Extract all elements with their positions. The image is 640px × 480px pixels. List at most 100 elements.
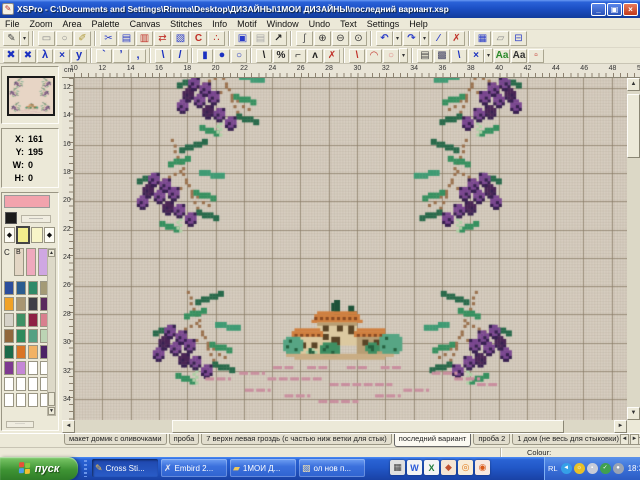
arc-tool-icon[interactable]: ◠: [366, 49, 382, 63]
copy-design-tool-icon[interactable]: ▦: [474, 31, 491, 46]
rotate-tool-icon[interactable]: C: [190, 31, 207, 46]
menu-item-text[interactable]: Text: [335, 19, 362, 29]
french-knot-tool-icon[interactable]: ○: [231, 49, 247, 63]
palette-swatch[interactable]: [4, 377, 14, 391]
active-color-primary[interactable]: [16, 226, 30, 244]
close-button[interactable]: ×: [623, 3, 638, 16]
stitch-style-right-icon[interactable]: ◆: [44, 227, 55, 243]
current-color-swatch[interactable]: [4, 195, 50, 208]
three-quarter-stitch-tool-icon[interactable]: ✖: [20, 49, 36, 63]
palette-swatch[interactable]: [16, 377, 26, 391]
half-forward-stitch-tool-icon[interactable]: /: [172, 49, 188, 63]
black-color-swatch[interactable]: [5, 212, 17, 224]
vertical-scrollbar[interactable]: ▲ ▼: [627, 78, 640, 420]
motif-dropdown[interactable]: ▾: [484, 48, 493, 63]
scroll-left-icon[interactable]: ◄: [62, 420, 75, 433]
palette-swatch[interactable]: [28, 393, 38, 407]
menu-item-undo[interactable]: Undo: [304, 19, 336, 29]
maximize-button[interactable]: ▣: [607, 3, 622, 16]
volume-icon[interactable]: ●: [613, 463, 624, 474]
motif-browse-tool-icon[interactable]: ▤: [417, 49, 433, 63]
sheet-tab[interactable]: проба: [169, 434, 200, 445]
palette-swatch[interactable]: [28, 329, 38, 343]
zoom-actual-tool-icon[interactable]: ⊙: [350, 31, 367, 46]
pen-line-tool-icon[interactable]: ∕: [430, 31, 447, 46]
palette-swatch[interactable]: [16, 345, 26, 359]
palette-swatch[interactable]: [16, 281, 26, 295]
design-canvas[interactable]: [74, 78, 627, 420]
browser-icon[interactable]: ◉: [475, 460, 490, 475]
taskbar-clock[interactable]: 18:38: [628, 464, 640, 473]
half-back-stitch-tool-icon[interactable]: \: [155, 49, 171, 63]
text-color-tool-icon[interactable]: Aa: [494, 49, 510, 63]
scatter-tool-icon[interactable]: ∴: [208, 31, 225, 46]
palette-swatch[interactable]: [4, 361, 14, 375]
sheet-tab[interactable]: 1 дом (не весь для стыковки): [512, 434, 624, 445]
sheet-tab[interactable]: проба 2: [473, 434, 510, 445]
palette-swatch[interactable]: [4, 313, 14, 327]
backstitch-half-tool-icon[interactable]: %: [273, 49, 289, 63]
rect-select-tool-icon[interactable]: ▭: [38, 31, 55, 46]
stitch-style-left-icon[interactable]: ◆: [4, 227, 15, 243]
palette-swatch[interactable]: [4, 345, 14, 359]
media-icon[interactable]: ◎: [458, 460, 473, 475]
backstitch-corner-tool-icon[interactable]: ⌐: [290, 49, 306, 63]
load-design-tool-icon[interactable]: ⊟: [510, 31, 527, 46]
network-icon[interactable]: ▪: [587, 463, 598, 474]
palette-swatch[interactable]: [16, 297, 26, 311]
palette-swatch[interactable]: [28, 281, 38, 295]
export-image-tool-icon[interactable]: ▣: [234, 31, 251, 46]
palette-swatch[interactable]: [28, 345, 38, 359]
stitch-style-box[interactable]: -------: [21, 215, 51, 223]
motif-pattern-tool-icon[interactable]: ▩: [434, 49, 450, 63]
sheet-tab[interactable]: 7 верхн левая гроздь (с частью ниж ветки…: [201, 434, 392, 445]
palette-swatch[interactable]: [16, 361, 26, 375]
tab-scroll-left-icon[interactable]: ◄: [620, 434, 629, 445]
palette-scroll-up-icon[interactable]: ▲: [48, 249, 55, 257]
menu-item-file[interactable]: File: [0, 19, 25, 29]
text-tool-icon[interactable]: Aa: [511, 49, 527, 63]
quarter-mark-1-tool-icon[interactable]: `: [96, 49, 112, 63]
zoom-out-tool-icon[interactable]: ⊖: [332, 31, 349, 46]
backstitch-delete-tool-icon[interactable]: ✗: [324, 49, 340, 63]
menu-item-palette[interactable]: Palette: [87, 19, 125, 29]
quarter-mark-3-tool-icon[interactable]: ,: [130, 49, 146, 63]
shape-dropdown[interactable]: ▾: [399, 48, 408, 63]
excel-icon[interactable]: X: [424, 460, 439, 475]
task-embird[interactable]: ✗Embird 2...: [161, 459, 227, 477]
scroll-right-icon[interactable]: ►: [614, 420, 627, 433]
pencil-tool-icon[interactable]: ✎: [3, 31, 20, 46]
thread-tool-icon[interactable]: ʃ: [296, 31, 313, 46]
calculator-icon[interactable]: ▦: [390, 460, 405, 475]
scroll-down-icon[interactable]: ▼: [627, 407, 640, 420]
palette-header-swatch[interactable]: [26, 248, 36, 276]
color-wheel-icon[interactable]: ☼: [574, 463, 585, 474]
delete-tool-icon[interactable]: ✗: [448, 31, 465, 46]
palette-swatch[interactable]: [28, 361, 38, 375]
redo-dropdown[interactable]: ▾: [420, 31, 429, 46]
palette-swatch[interactable]: [28, 313, 38, 327]
minimize-button[interactable]: _: [591, 3, 606, 16]
start-button[interactable]: пуск: [0, 457, 78, 480]
palette-header-swatch[interactable]: B: [14, 248, 24, 276]
mirror-tool-icon[interactable]: ▧: [172, 31, 189, 46]
scroll-up-icon[interactable]: ▲: [627, 78, 640, 91]
task-folder[interactable]: ▰1МОИ Д...: [230, 459, 296, 477]
half-stitch-tool-icon[interactable]: λ: [37, 49, 53, 63]
backstitch-tool-icon[interactable]: \: [256, 49, 272, 63]
select-region-tool-icon[interactable]: ▫: [528, 49, 544, 63]
palette-swatch[interactable]: [4, 329, 14, 343]
menu-item-motif[interactable]: Motif: [232, 19, 262, 29]
palette-scrollbar[interactable]: ▲ ▼: [47, 248, 56, 416]
line-tool-icon[interactable]: \: [349, 49, 365, 63]
palette-swatch[interactable]: [16, 329, 26, 343]
palette-swatch[interactable]: [28, 297, 38, 311]
edit-pencil-tool-icon[interactable]: ✐: [74, 31, 91, 46]
word-icon[interactable]: W: [407, 460, 422, 475]
horizontal-scroll-thumb[interactable]: [172, 420, 564, 433]
petite-stitch-tool-icon[interactable]: y: [71, 49, 87, 63]
menu-item-stitches[interactable]: Stitches: [165, 19, 207, 29]
menu-item-help[interactable]: Help: [404, 19, 433, 29]
backstitch-free-tool-icon[interactable]: ʌ: [307, 49, 323, 63]
menu-item-settings[interactable]: Settings: [362, 19, 405, 29]
